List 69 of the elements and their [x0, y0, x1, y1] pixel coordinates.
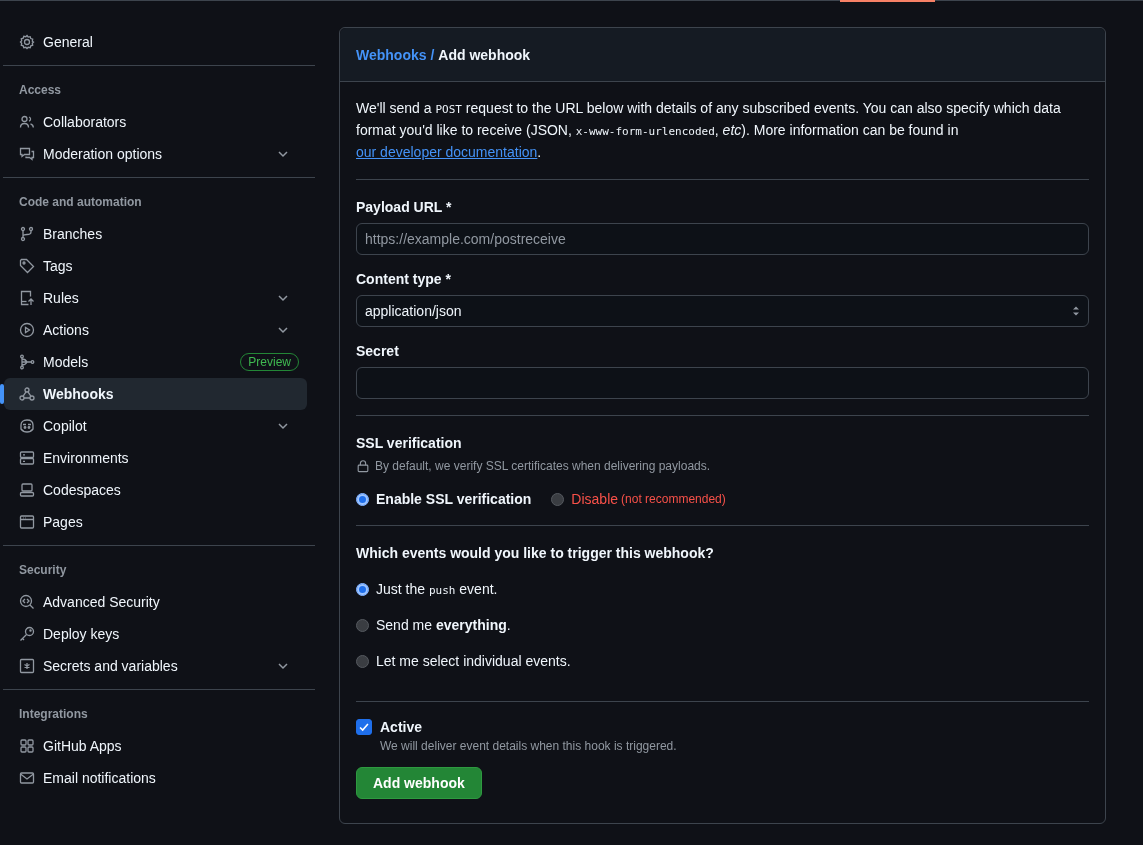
- content-type-select[interactable]: application/json: [356, 295, 1089, 327]
- radio-button[interactable]: [356, 618, 369, 632]
- radio-button[interactable]: [356, 582, 369, 596]
- comments-icon: [19, 146, 35, 162]
- sidebar-item[interactable]: Secrets and variables: [4, 650, 307, 682]
- radio-label: Just the push event.: [376, 581, 498, 597]
- radio-label: Disable: [571, 491, 619, 507]
- sidebar-item[interactable]: Email notifications: [4, 762, 307, 794]
- sidebar-item[interactable]: Collaborators: [4, 106, 307, 138]
- section-heading: SSL verification: [356, 434, 463, 453]
- field-label: Content type *: [356, 270, 452, 289]
- section-heading: Code and automation: [18, 194, 143, 211]
- sidebar-item[interactable]: Models Preview: [4, 346, 307, 378]
- sidebar-item[interactable]: Environments: [4, 442, 307, 474]
- sidebar-item[interactable]: Tags: [4, 250, 307, 282]
- checkbox-label: Active: [380, 719, 423, 735]
- sidebar-item[interactable]: Codespaces: [4, 474, 307, 506]
- radio-button[interactable]: [356, 654, 369, 668]
- sidebar-item[interactable]: Deploy keys: [4, 618, 307, 650]
- radio-note: (not recommended): [621, 492, 726, 506]
- radio-label: Enable SSL verification: [376, 491, 532, 507]
- webhook-icon: [19, 386, 35, 402]
- sidebar-item[interactable]: Branches: [4, 218, 307, 250]
- page-title: Add webhook: [438, 46, 531, 63]
- sidebar-item[interactable]: Moderation options: [4, 138, 307, 170]
- section-heading: Access: [18, 82, 63, 99]
- radio-label: Let me select individual events.: [376, 653, 571, 669]
- gear-icon: [19, 34, 35, 50]
- sidebar-item[interactable]: General: [4, 26, 307, 58]
- selection-indicator: [0, 384, 4, 404]
- sidebar-item[interactable]: GitHub Apps: [4, 730, 307, 762]
- payload-url-field[interactable]: https://example.com/postreceive: [356, 223, 1089, 255]
- branch-icon: [19, 226, 35, 242]
- code-search-icon: [19, 594, 35, 610]
- play-icon: [19, 322, 35, 338]
- sidebar-item[interactable]: Advanced Security: [4, 586, 307, 618]
- add-webhook-button[interactable]: Add webhook: [356, 767, 482, 799]
- checkbox[interactable]: [356, 719, 372, 735]
- radio-button[interactable]: [551, 492, 565, 506]
- laptop-icon: [19, 482, 35, 498]
- robot-icon: [19, 418, 35, 434]
- section-heading: Which events would you like to trigger this webhook?: [356, 544, 715, 563]
- sidebar-item[interactable]: Copilot: [4, 410, 307, 442]
- people-icon: [19, 114, 35, 130]
- section-heading: Security: [18, 562, 68, 579]
- document-arrow-icon: [19, 290, 35, 306]
- sidebar-item[interactable]: Actions: [4, 314, 307, 346]
- sidebar-item[interactable]: Pages: [4, 506, 307, 538]
- server-icon: [19, 450, 35, 466]
- key-icon: [19, 626, 35, 642]
- section-heading: Integrations: [18, 706, 89, 723]
- intro-paragraph: We'll send a POST request to the URL below with details of any subscribed events. You can also specify which data format you'd like to receive (JSON, x-www-form-urlencoded, etc). More information can be found in our developer documentation.: [356, 99, 1062, 162]
- radio-label: Send me everything.: [376, 617, 511, 633]
- radio-button[interactable]: [356, 492, 369, 506]
- browser-icon: [19, 514, 35, 530]
- lock-icon: [356, 459, 370, 473]
- apps-icon: [19, 738, 35, 754]
- nodes-icon: [19, 354, 35, 370]
- field-label: Secret: [356, 342, 400, 361]
- sidebar-item[interactable]: Rules: [4, 282, 307, 314]
- up-down-arrows-icon: [1072, 305, 1080, 317]
- ssl-note: By default, we verify SSL certificates when delivering payloads.: [375, 459, 711, 473]
- asterisk-icon: [19, 658, 35, 674]
- field-label: Payload URL *: [356, 198, 453, 217]
- mail-icon: [19, 770, 35, 786]
- checkbox-note: We will deliver event details when this hook is triggered.: [380, 739, 678, 753]
- breadcrumb-link[interactable]: Webhooks /: [356, 46, 435, 63]
- tag-icon: [19, 258, 35, 274]
- secret-field[interactable]: [356, 367, 1089, 399]
